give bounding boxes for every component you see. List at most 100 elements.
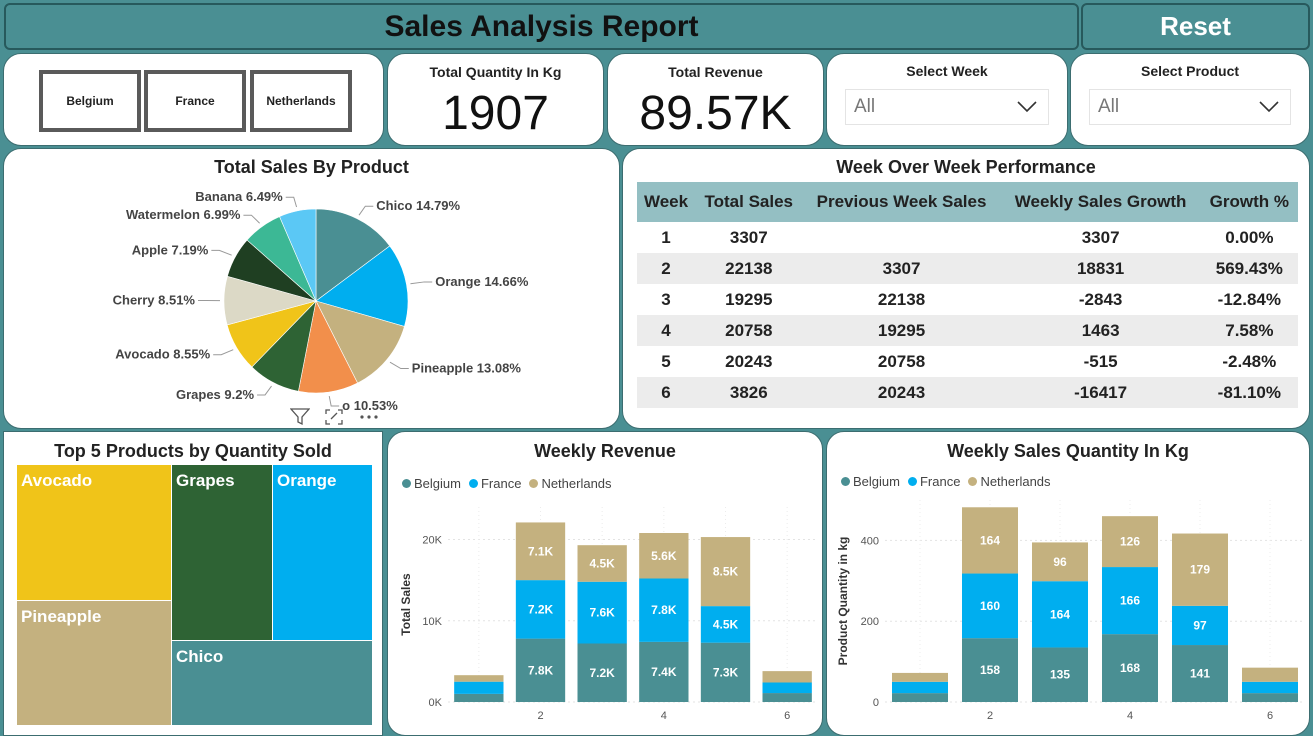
pie-leader-line — [211, 249, 232, 256]
table-row: 2 22138 3307 18831 569.43% — [637, 253, 1298, 284]
bar-data-label: 7.3K — [713, 665, 739, 679]
bar-data-label: 7.8K — [651, 603, 677, 617]
bar-belgium-week-6[interactable] — [1242, 693, 1298, 702]
bar-belgium-week-1[interactable] — [454, 693, 504, 702]
table-row: 5 20243 20758 -515 -2.48% — [637, 346, 1298, 377]
y-tick-label: 0K — [429, 697, 443, 709]
wow-table-card: Week Over Week Performance Week Total Sa… — [622, 148, 1310, 429]
bar-france-week-1[interactable] — [454, 681, 504, 694]
week-dropdown-value: All — [854, 96, 876, 117]
bar-belgium-week-1[interactable] — [892, 693, 948, 702]
bar-data-label: 7.4K — [651, 665, 677, 679]
treemap-cell-avocado[interactable]: Avocado — [17, 465, 171, 600]
bar-netherlands-week-6[interactable] — [762, 671, 812, 683]
bar-netherlands-week-1[interactable] — [892, 672, 948, 682]
table-cell — [803, 222, 1001, 253]
bar-data-label: 166 — [1120, 594, 1140, 608]
table-cell: 2 — [637, 253, 696, 284]
pie-leader-line — [285, 196, 298, 208]
pie-label-apple: Apple 7.19% — [132, 242, 209, 257]
x-tick-label: 4 — [661, 710, 667, 722]
table-cell: 6 — [637, 377, 696, 408]
product-slicer-label: Select Product — [1140, 63, 1240, 79]
pie-leader-line — [243, 214, 260, 224]
more-options-icon[interactable] — [358, 408, 380, 426]
table-cell: 3826 — [695, 377, 803, 408]
country-button-belgium[interactable]: Belgium — [39, 70, 141, 132]
kpi-quantity-card: Total Quantity In Kg 1907 — [387, 53, 604, 146]
pie-label-watermelon: Watermelon 6.99% — [126, 207, 241, 222]
table-cell: 3307 — [802, 253, 1001, 284]
bar-data-label: 164 — [1050, 607, 1070, 621]
table-cell: -12.84% — [1217, 289, 1281, 309]
filter-icon[interactable] — [290, 408, 310, 426]
column-header-week[interactable]: Week — [637, 182, 696, 222]
table-row: 4 20758 19295 1463 7.58% — [637, 315, 1298, 346]
table-cell: -16417 — [1000, 377, 1201, 408]
reset-button[interactable]: Reset — [1081, 3, 1310, 50]
bar-france-week-6[interactable] — [762, 682, 812, 694]
pie-label-chico: Chico 14.79% — [376, 198, 460, 213]
table-cell: 20758 — [877, 351, 926, 371]
wow-table: Week Total Sales Previous Week Sales Wee… — [637, 182, 1298, 408]
table-cell: -515 — [1083, 351, 1118, 371]
treemap-cell-grapes[interactable]: Grapes — [172, 465, 272, 640]
pie-leader-line — [358, 205, 374, 216]
kpi-revenue-label: Total Revenue — [668, 64, 763, 80]
table-cell: 3 — [661, 289, 671, 309]
chevron-down-icon — [1259, 101, 1279, 113]
pie-label-pineapple: Pineapple 13.08% — [412, 361, 522, 376]
table-cell: 20758 — [695, 315, 803, 346]
table-cell: -2.48% — [1222, 351, 1277, 371]
bar-data-label: 141 — [1190, 667, 1210, 681]
table-cell: -2843 — [1078, 289, 1123, 309]
bar-data-label: 4.5K — [589, 556, 615, 570]
bar-france-week-1[interactable] — [892, 681, 948, 694]
pie-label-orange: Orange 14.66% — [435, 274, 529, 289]
table-row: 6 3826 20243 -16417 -81.10% — [637, 377, 1298, 408]
week-slicer-card: Select Week All — [826, 53, 1068, 146]
bar-netherlands-week-1[interactable] — [454, 675, 504, 682]
chevron-down-icon — [1017, 101, 1037, 113]
table-cell: 569.43% — [1200, 253, 1298, 284]
pie-leader-line — [213, 349, 234, 356]
country-button-france[interactable]: France — [144, 70, 246, 132]
treemap-title: Top 5 Products by Quantity Sold — [54, 441, 332, 461]
column-header-total-sales[interactable]: Total Sales — [695, 182, 803, 222]
column-header-weekly-sales-growth[interactable]: Weekly Sales Growth — [1000, 182, 1201, 222]
week-slicer-label: Select Week — [906, 63, 988, 79]
column-header-growth-pct[interactable]: Growth % — [1200, 182, 1298, 222]
bar-netherlands-week-6[interactable] — [1242, 667, 1298, 682]
weekly-quantity-chart: 0 200 400 Product Quantity in kg 158 160 164 13… — [836, 500, 1305, 722]
x-tick-label: 6 — [784, 710, 790, 722]
pie-leader-line — [328, 395, 340, 407]
bar-data-label: 96 — [1053, 555, 1067, 569]
bar-data-label: 8.5K — [713, 565, 739, 579]
table-cell: 18831 — [1000, 253, 1201, 284]
treemap-cell-pineapple[interactable]: Pineapple — [17, 601, 171, 725]
bar-belgium-week-6[interactable] — [762, 693, 812, 702]
table-cell: 7.58% — [1200, 315, 1298, 346]
bar-data-label: 4.5K — [713, 617, 739, 631]
bar-data-label: 97 — [1193, 618, 1207, 632]
week-dropdown[interactable]: All — [845, 89, 1049, 125]
pie-label-avocado: Avocado 8.55% — [115, 347, 210, 362]
kpi-revenue-card: Total Revenue 89.57K — [607, 53, 824, 146]
y-tick-label: 20K — [422, 535, 442, 547]
bar-data-label: 160 — [980, 599, 1000, 613]
report-title: Sales Analysis Report — [4, 3, 1079, 50]
bar-data-label: 179 — [1190, 563, 1210, 577]
bar-data-label: 158 — [980, 663, 1000, 677]
table-cell: 4 — [637, 315, 696, 346]
country-slicer-card: Belgium France Netherlands — [3, 53, 384, 146]
table-cell: 0.00% — [1225, 227, 1274, 247]
focus-mode-icon[interactable] — [324, 408, 344, 426]
product-slicer-card: Select Product All — [1070, 53, 1310, 146]
column-header-previous-week-sales[interactable]: Previous Week Sales — [802, 182, 1001, 222]
product-dropdown[interactable]: All — [1089, 89, 1291, 125]
bar-france-week-6[interactable] — [1242, 681, 1298, 694]
treemap-cell-chico[interactable]: Chico — [172, 641, 372, 725]
country-button-netherlands[interactable]: Netherlands — [250, 70, 352, 132]
pie-label-grapes: Grapes 9.2% — [176, 387, 254, 402]
treemap-cell-orange[interactable]: Orange — [273, 465, 372, 640]
